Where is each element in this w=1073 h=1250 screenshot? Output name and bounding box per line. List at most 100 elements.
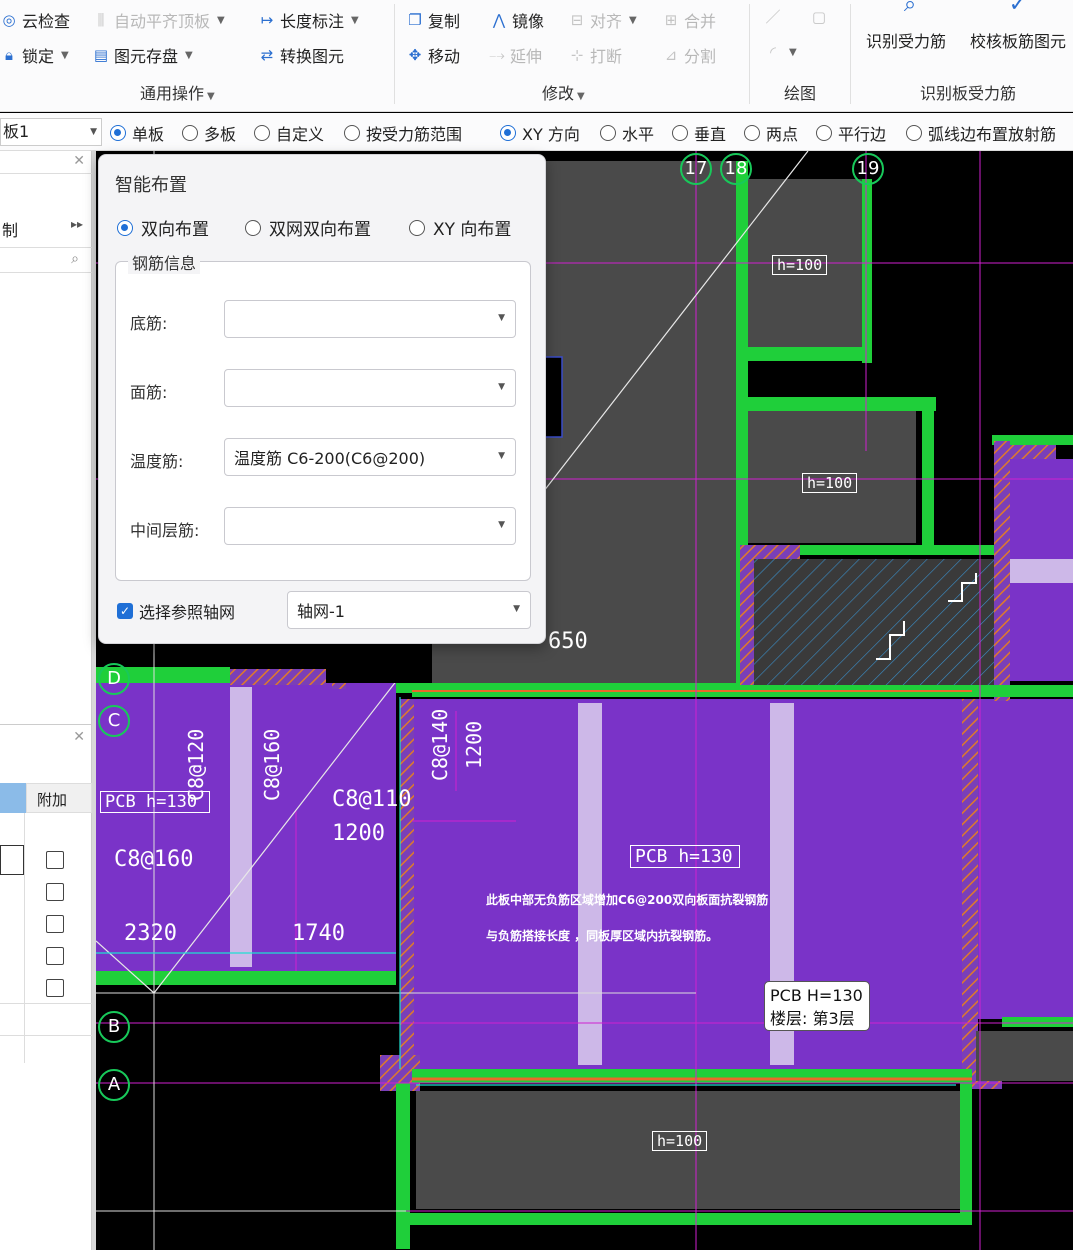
radio-icon: [816, 125, 832, 141]
copy-icon: ❐: [408, 11, 422, 29]
expand-icon[interactable]: ▸▸: [71, 217, 83, 231]
option-by-rebar-range[interactable]: 按受力筋范围: [344, 121, 462, 145]
hover-tooltip: PCB H=130 楼层: 第3层: [764, 981, 870, 1031]
left-panel: ✕ 制 ▸▸ ⌕ ✕ 附加: [0, 151, 92, 1250]
active-cell[interactable]: [0, 845, 24, 875]
arc-tool-button[interactable]: ◜ ▼: [764, 43, 797, 61]
search-icon[interactable]: ⌕: [71, 251, 79, 267]
extra-checkbox[interactable]: [46, 915, 64, 933]
slab-selector[interactable]: 板1 ▼: [0, 118, 102, 146]
check-rebar-icon: ✓: [1008, 0, 1028, 17]
selected-cell[interactable]: [0, 783, 26, 813]
radio-icon: [744, 125, 760, 141]
length-dimension-button[interactable]: ↦ 长度标注 ▼: [258, 8, 359, 32]
panel-fragment-label: 制: [2, 221, 19, 240]
merge-icon: ⊞: [664, 11, 678, 29]
move-button[interactable]: ✥ 移动: [406, 43, 460, 67]
lock-icon: 🔒︎: [5, 46, 13, 64]
merge-button[interactable]: ⊞ 合并: [662, 8, 716, 32]
break-icon: ⊹: [570, 46, 584, 64]
line-icon: ／: [765, 8, 781, 26]
option-single-slab[interactable]: 单板: [110, 121, 164, 145]
rebar-label: C8@160: [114, 847, 194, 872]
field-label: 温度筋:: [130, 452, 184, 471]
cloud-check-icon: ◎: [2, 11, 16, 29]
align-icon: ⊟: [570, 11, 584, 29]
slab-name-label: PCB h=130: [100, 791, 210, 813]
option-double-net[interactable]: 双网双向布置: [245, 215, 371, 240]
slab-name-label: PCB h=130: [630, 845, 740, 868]
group-legend: 钢筋信息: [128, 250, 201, 274]
option-two-points[interactable]: 两点: [744, 121, 798, 145]
option-xy-direction[interactable]: XY 方向: [500, 121, 580, 145]
check-rebar-icon-btn[interactable]: ✓: [996, 0, 1040, 20]
rectangle-icon: ▢: [811, 8, 827, 26]
middle-rebar-select[interactable]: ▼: [224, 507, 516, 545]
group-modify[interactable]: 修改 ▼: [542, 80, 585, 104]
slab-purple: [978, 699, 1073, 1019]
option-custom[interactable]: 自定义: [254, 121, 324, 145]
ribbon-separator: [394, 4, 395, 104]
split-icon: ⊿: [664, 46, 678, 64]
dimension-text: 2320: [124, 921, 177, 946]
check-rebar-button[interactable]: 校核板筋图元: [970, 28, 1066, 52]
extra-checkbox[interactable]: [46, 883, 64, 901]
ref-axis-select[interactable]: 轴网-1 ▼: [287, 591, 531, 629]
identify-rebar-icon: ⌕: [903, 0, 917, 17]
option-horizontal[interactable]: 水平: [600, 121, 654, 145]
extra-checkbox[interactable]: [46, 947, 64, 965]
axis-label: 17: [680, 153, 712, 185]
option-parallel-edge[interactable]: 平行边: [816, 121, 886, 145]
bottom-rebar-select[interactable]: ▼: [224, 300, 516, 338]
element-save-button[interactable]: ▤ 图元存盘 ▼: [92, 43, 193, 67]
rebar-label: C8@140: [428, 708, 452, 781]
close-icon[interactable]: ✕: [73, 153, 85, 169]
copy-button[interactable]: ❐ 复制: [406, 8, 460, 32]
option-bidirectional[interactable]: 双向布置: [117, 215, 209, 240]
split-button[interactable]: ⊿ 分割: [662, 43, 716, 67]
group-general[interactable]: 通用操作 ▼: [140, 80, 215, 104]
line-tool-button[interactable]: ／: [764, 8, 782, 26]
option-xy[interactable]: XY 向布置: [409, 215, 511, 240]
ref-axis-checkbox[interactable]: ✓ 选择参照轴网: [117, 599, 235, 623]
ribbon-separator: [850, 4, 851, 104]
mirror-button[interactable]: ⋀ 镜像: [490, 8, 544, 32]
rect-tool-button[interactable]: ▢: [810, 8, 828, 26]
break-button[interactable]: ⊹ 打断: [568, 43, 622, 67]
radio-icon: [254, 125, 270, 141]
temperature-rebar-select[interactable]: 温度筋 C6-200(C6@200) ▼: [224, 438, 516, 476]
mirror-icon: ⋀: [492, 11, 506, 29]
align-button[interactable]: ⊟ 对齐 ▼: [568, 8, 637, 32]
chevron-down-icon: ▼: [498, 520, 505, 530]
field-label: 面筋:: [130, 383, 168, 402]
tooltip-line: PCB H=130: [770, 986, 863, 1005]
option-multi-slab[interactable]: 多板: [182, 121, 236, 145]
extra-checkbox[interactable]: [46, 979, 64, 997]
option-vertical[interactable]: 垂直: [672, 121, 726, 145]
move-icon: ✥: [408, 46, 422, 64]
chevron-down-icon: ▼: [498, 313, 505, 323]
placement-toolbar: 板1 ▼ 单板 多板 自定义 按受力筋范围 XY 方向 水平 垂直 两点 平行边 …: [0, 113, 1073, 151]
radio-icon: [500, 125, 516, 141]
identify-rebar-button[interactable]: 识别受力筋: [866, 28, 946, 52]
auto-align-top-button[interactable]: ⫼ 自动平齐顶板 ▼: [92, 8, 225, 32]
slab-thickness-label: h=100: [772, 255, 828, 275]
close-icon[interactable]: ✕: [73, 729, 85, 745]
convert-element-button[interactable]: ⇄ 转换图元: [258, 43, 344, 67]
extra-checkbox[interactable]: [46, 851, 64, 869]
extend-button[interactable]: ⤍ 延伸: [488, 43, 542, 67]
design-note: 此板中部无负筋区域增加C6@200双向板面抗裂钢筋: [486, 893, 769, 907]
group-recognize: 识别板受力筋: [920, 84, 1017, 103]
stair-slab: [754, 559, 994, 685]
identify-rebar-icon-btn[interactable]: ⌕: [888, 0, 932, 20]
top-rebar-select[interactable]: ▼: [224, 369, 516, 407]
radio-icon: [245, 219, 261, 236]
lock-button[interactable]: 🔒︎ 锁定 ▼: [0, 43, 69, 67]
option-arc-radial[interactable]: 弧线边布置放射筋: [906, 121, 1056, 145]
cloud-check-button[interactable]: ◎ 云检查: [0, 8, 70, 32]
radio-icon: [117, 219, 133, 236]
grid-line: [0, 1003, 92, 1004]
radio-icon: [110, 125, 126, 141]
ribbon-separator: [749, 4, 750, 104]
rebar-label: C8@160: [260, 728, 284, 801]
